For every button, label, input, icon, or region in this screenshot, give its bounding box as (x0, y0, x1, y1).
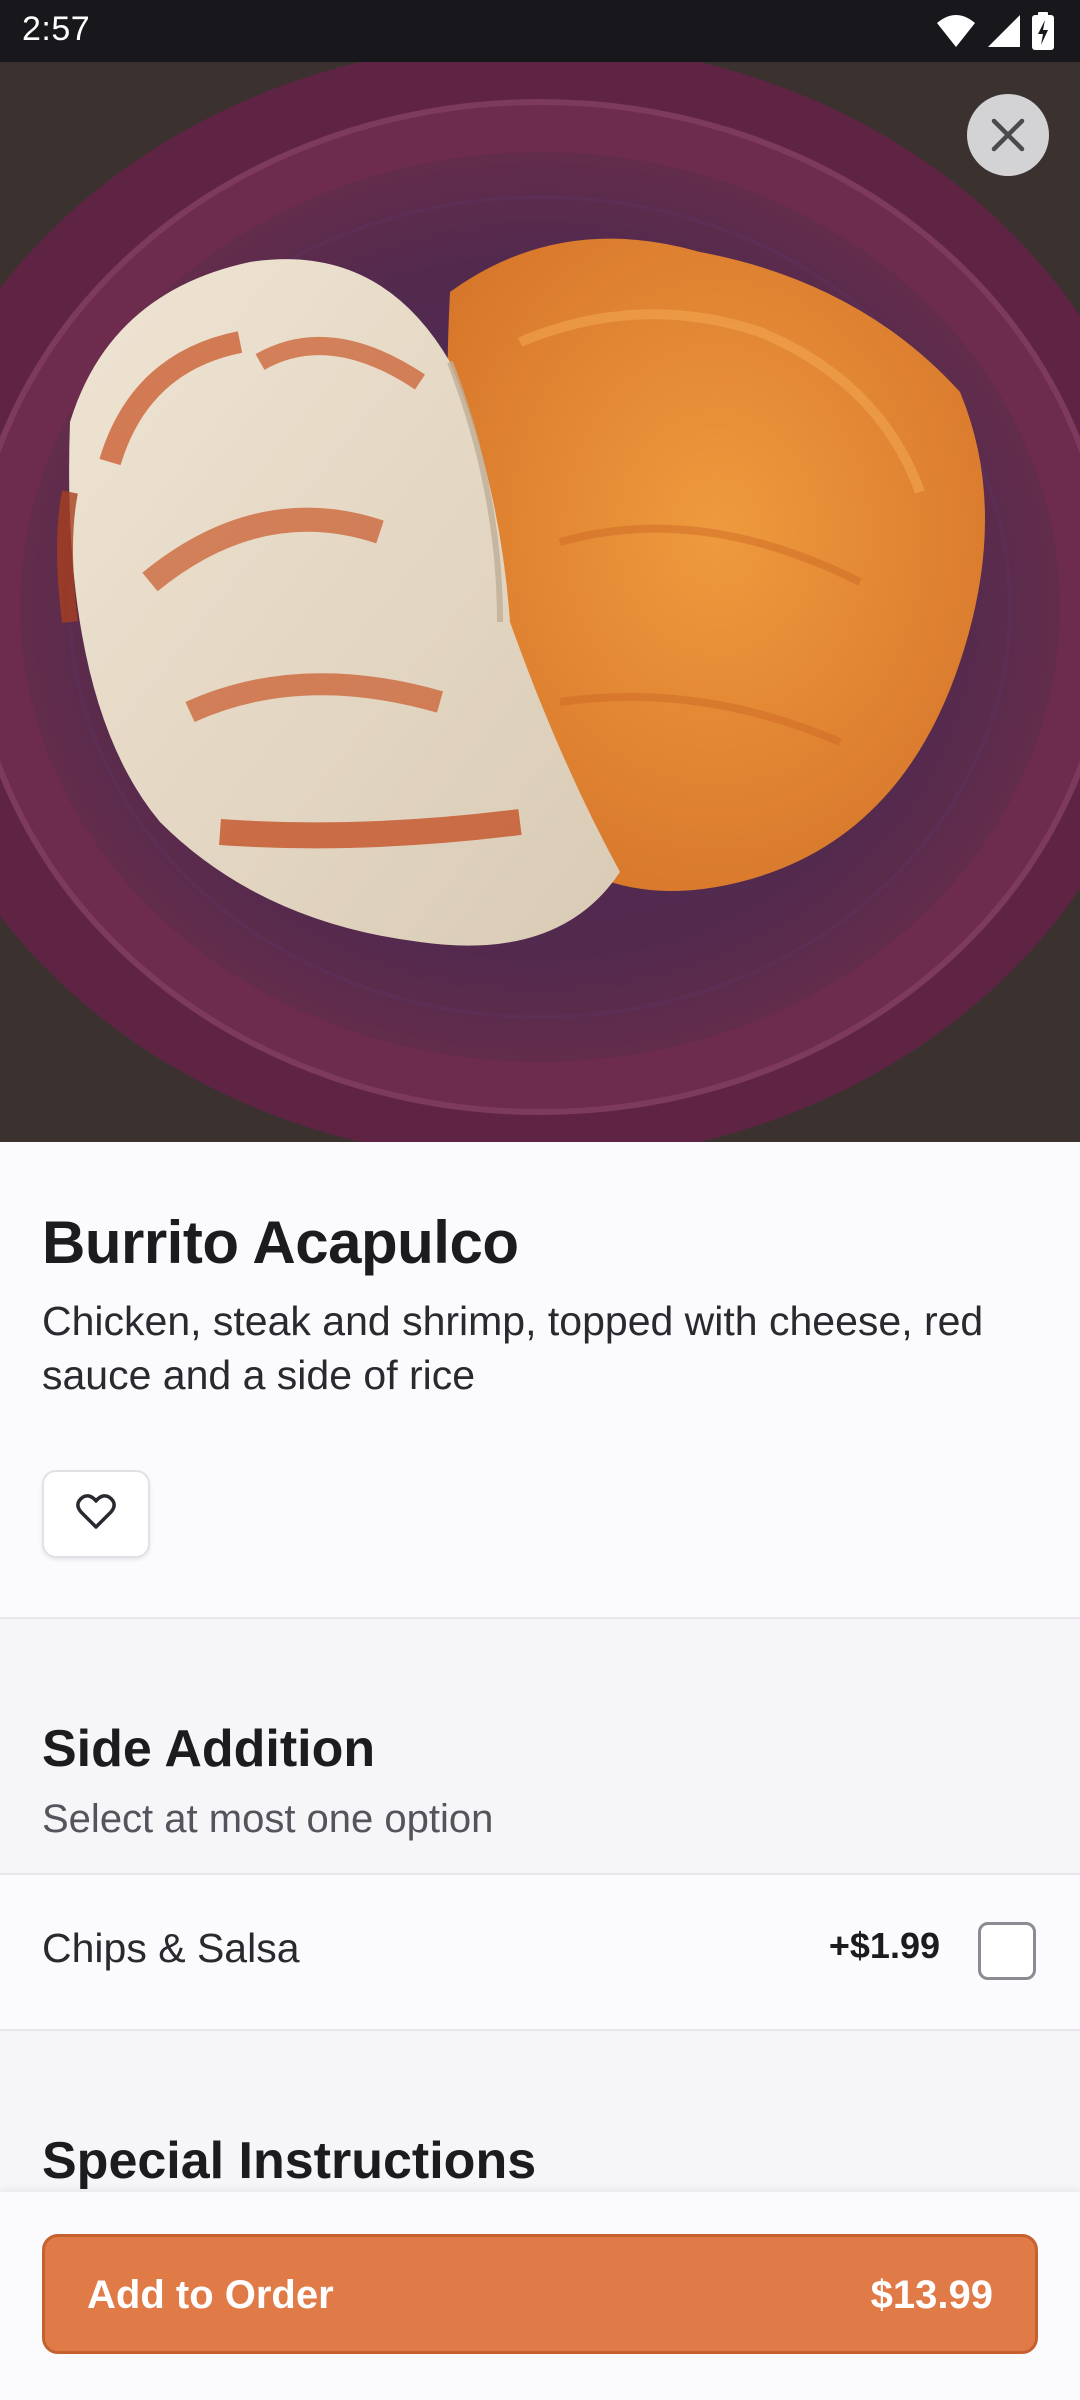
add-to-order-button[interactable]: Add to Order $13.99 (42, 2234, 1038, 2354)
special-instructions-title: Special Instructions (42, 2132, 537, 2190)
signal-icon (986, 13, 1022, 49)
status-bar: 2:57 (0, 0, 1080, 62)
side-addition-title: Side Addition (42, 1720, 376, 1778)
status-icons (936, 12, 1054, 50)
option-label: Chips & Salsa (42, 1925, 300, 1971)
option-checkbox[interactable] (978, 1922, 1036, 1980)
heart-icon (76, 1493, 116, 1535)
hero-image (0, 62, 1080, 1142)
item-title: Burrito Acapulco (42, 1209, 519, 1276)
wifi-icon (936, 13, 976, 49)
option-price: +$1.99 (828, 1925, 940, 1966)
item-info: Burrito Acapulco Chicken, steak and shri… (0, 1142, 1080, 1619)
favorite-button[interactable] (42, 1470, 150, 1558)
battery-charging-icon (1032, 12, 1054, 50)
close-button[interactable] (967, 94, 1049, 176)
add-to-order-label: Add to Order (87, 2273, 334, 2317)
bottom-bar: Add to Order $13.99 (0, 2192, 1080, 2400)
status-time: 2:57 (22, 10, 91, 48)
burrito-with-rice-photo (0, 62, 1080, 1142)
order-total-price: $13.99 (870, 2273, 993, 2317)
item-description: Chicken, steak and shrimp, topped with c… (42, 1298, 984, 1398)
close-icon (990, 117, 1026, 153)
side-addition-subtitle: Select at most one option (42, 1797, 494, 1841)
side-addition-section: Side Addition Select at most one option (0, 1619, 1080, 1875)
option-row-chips-salsa[interactable]: Chips & Salsa +$1.99 (0, 1875, 1080, 2031)
